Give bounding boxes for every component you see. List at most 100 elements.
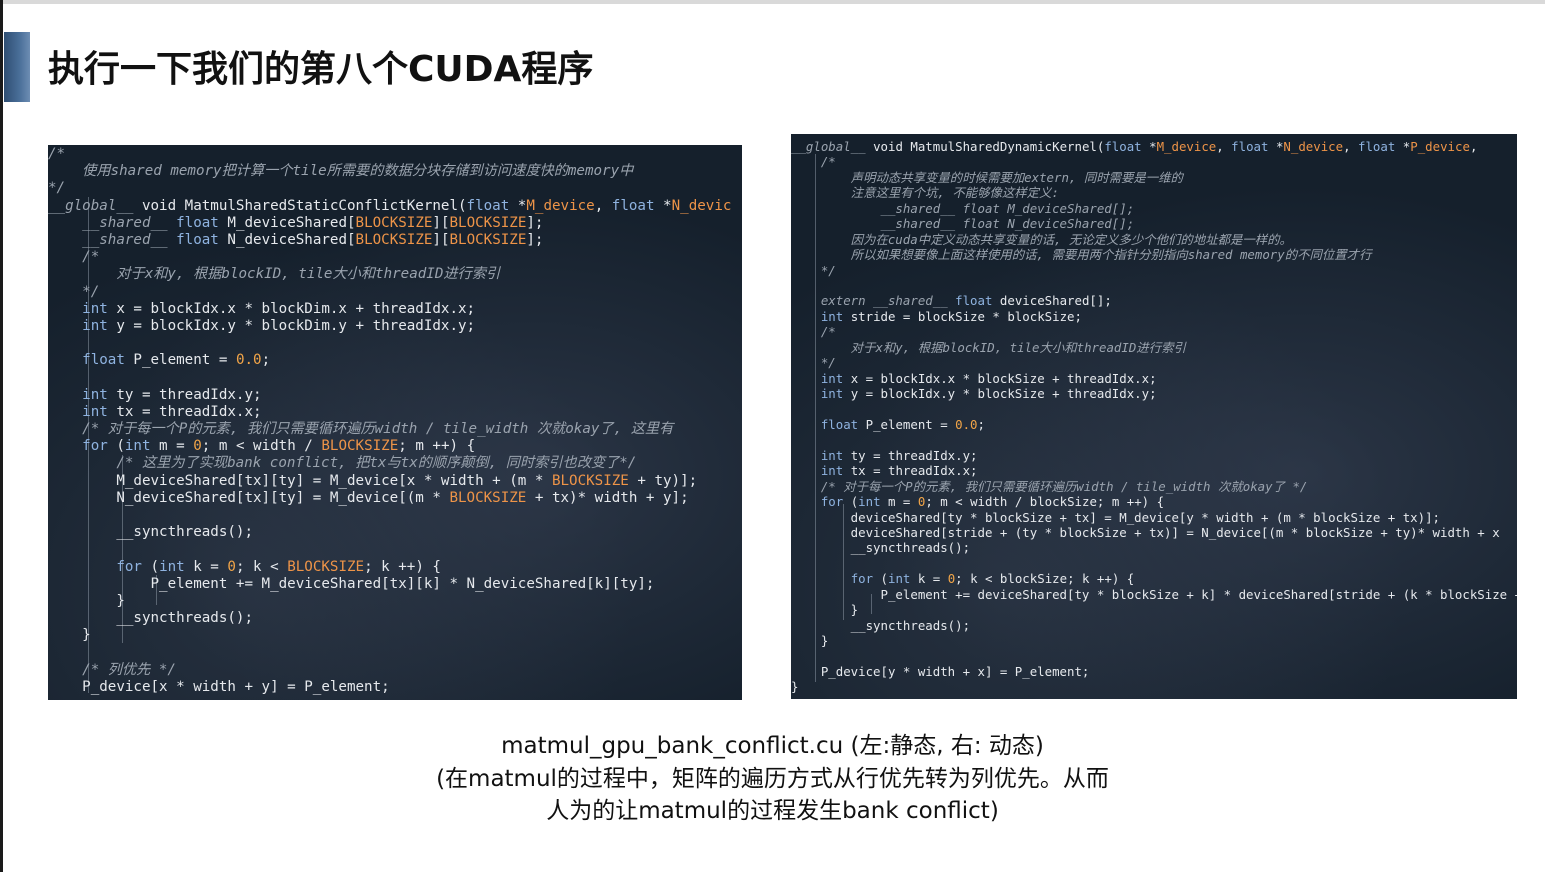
code-line: 因为在cuda中定义动态共享变量的话, 无论定义多少个他们的地址都是一样的。 — [791, 232, 1517, 247]
code-line: __global__ void MatmulSharedStaticConfli… — [48, 198, 742, 215]
code-token: __shared__ float M_deviceShared[]; — [791, 200, 1135, 216]
code-line: } — [791, 602, 1517, 617]
code-lines: /* 使用shared memory把计算一个tile所需要的数据分块存储到访问… — [48, 145, 742, 696]
caption-line-1: matmul_gpu_bank_conflict.cu (左:静态, 右: 动态… — [501, 733, 1044, 759]
code-token: float — [611, 197, 655, 214]
code-line: for (int k = 0; k < BLOCKSIZE; k ++) { — [48, 559, 742, 576]
code-token: float — [1231, 139, 1269, 154]
code-token: /* — [791, 324, 836, 340]
code-token: float — [820, 416, 859, 432]
code-token: stride = blockSize * blockSize; — [843, 308, 1082, 324]
code-token: , — [594, 197, 612, 214]
code-token: BLOCKSIZE — [551, 472, 629, 489]
code-line: float P_element = 0.0; — [48, 352, 742, 369]
code-token: M_device — [526, 197, 595, 214]
code-token: + ty)]; — [628, 472, 698, 489]
code-token: int — [820, 370, 844, 386]
title-accent-bar — [4, 32, 30, 102]
code-token: float — [1358, 139, 1396, 154]
code-line: M_deviceShared[tx][ty] = M_device[x * wi… — [48, 473, 742, 490]
code-token: for — [82, 438, 108, 455]
code-screenshot-static: /* 使用shared memory把计算一个tile所需要的数据分块存储到访问… — [48, 145, 742, 700]
code-token: int — [820, 463, 844, 479]
code-token: BLOCKSIZE — [321, 438, 399, 455]
code-token: __shared__ — [48, 231, 168, 248]
code-token: ]; — [526, 231, 544, 248]
code-line: P_device[x * width + y] = P_element; — [48, 679, 742, 696]
code-line: __shared__ float M_deviceShared[BLOCKSIZ… — [48, 215, 742, 232]
code-token: 声明动态共享变量的时候需要加extern, 同时需要是一维的 — [791, 169, 1183, 185]
code-token: ][ — [432, 214, 450, 231]
code-token: * — [1395, 139, 1411, 154]
code-token: ; — [977, 416, 985, 432]
code-token: P_device[x * width + y] = P_element; — [48, 678, 390, 695]
code-token: tx = threadIdx.x; — [843, 463, 978, 479]
code-token: , — [1343, 139, 1359, 154]
code-token: 注意这里有个坑, 不能够像这样定义: — [791, 185, 1059, 201]
code-token: extern __shared__ — [791, 293, 948, 309]
code-token: int — [82, 386, 108, 403]
code-token: /* 列优先 */ — [48, 661, 176, 678]
code-token: int — [820, 386, 844, 401]
code-line: int y = blockIdx.y * blockSize + threadI… — [791, 386, 1517, 401]
code-token: * — [1268, 139, 1284, 154]
code-line: */ — [48, 284, 742, 301]
code-token: /* — [48, 249, 100, 266]
left-border — [0, 0, 3, 872]
code-token: for — [116, 558, 142, 575]
code-token: ty = threadIdx.y; — [843, 447, 978, 463]
code-token: deviceShared[ty * blockSize + tx] = M_de… — [791, 509, 1441, 525]
code-line: __shared__ float N_deviceShared[]; — [791, 216, 1517, 231]
code-line: P_element += M_deviceShared[tx][k] * N_d… — [48, 576, 742, 593]
code-line: int tx = threadIdx.x; — [791, 463, 1517, 478]
code-line: */ — [791, 263, 1517, 278]
code-token: N_deviceShared[tx][ty] = M_device[(m * — [48, 489, 450, 506]
code-token: float — [1104, 139, 1142, 154]
code-token: __shared__ — [48, 214, 168, 231]
code-token: P_element += M_deviceShared[tx][k] * N_d… — [48, 575, 655, 592]
code-line: deviceShared[ty * blockSize + tx] = M_de… — [791, 510, 1517, 525]
code-screenshot-dynamic: __global__ void MatmulSharedDynamicKerne… — [791, 134, 1517, 699]
code-line: /* 列优先 */ — [48, 662, 742, 679]
code-token: /* — [48, 146, 66, 162]
code-line: } — [48, 627, 742, 644]
code-line: __syncthreads(); — [791, 618, 1517, 633]
code-token: __global__ — [48, 197, 134, 214]
code-line: /* — [48, 249, 742, 266]
code-line: int x = blockIdx.x * blockSize + threadI… — [791, 371, 1517, 386]
code-token: for — [820, 494, 844, 510]
code-token: ; m < width / blockSize; m ++) { — [925, 494, 1165, 510]
code-token: BLOCKSIZE — [449, 489, 527, 506]
code-token: __syncthreads(); — [791, 540, 971, 556]
code-token: */ — [48, 180, 66, 197]
code-token: , — [1469, 139, 1478, 154]
code-token: m = — [150, 438, 194, 455]
code-token: float — [176, 214, 219, 231]
code-line: 对于x和y, 根据blockID, tile大小和threadID进行索引 — [48, 266, 742, 283]
code-token: 0.0 — [955, 416, 978, 432]
code-token: BLOCKSIZE — [449, 231, 527, 248]
code-token: tx = threadIdx.x; — [107, 403, 262, 420]
caption-line-3: 人为的让matmul的过程发生bank conflict) — [546, 798, 999, 824]
code-token: for — [850, 571, 874, 587]
code-line: for (int k = 0; k < blockSize; k ++) { — [791, 571, 1517, 586]
code-lines: __global__ void MatmulSharedDynamicKerne… — [791, 134, 1517, 695]
code-line: extern __shared__ float deviceShared[]; — [791, 293, 1517, 308]
code-line: P_device[y * width + x] = P_element; — [791, 664, 1517, 679]
code-token: } — [791, 679, 799, 695]
code-token: 所以如果想要像上面这样使用的话, 需要用两个指针分别指向shared memor… — [791, 247, 1372, 263]
code-token: M_deviceShared[ — [218, 214, 356, 231]
code-line: } — [791, 633, 1517, 648]
code-token: * — [654, 197, 672, 214]
